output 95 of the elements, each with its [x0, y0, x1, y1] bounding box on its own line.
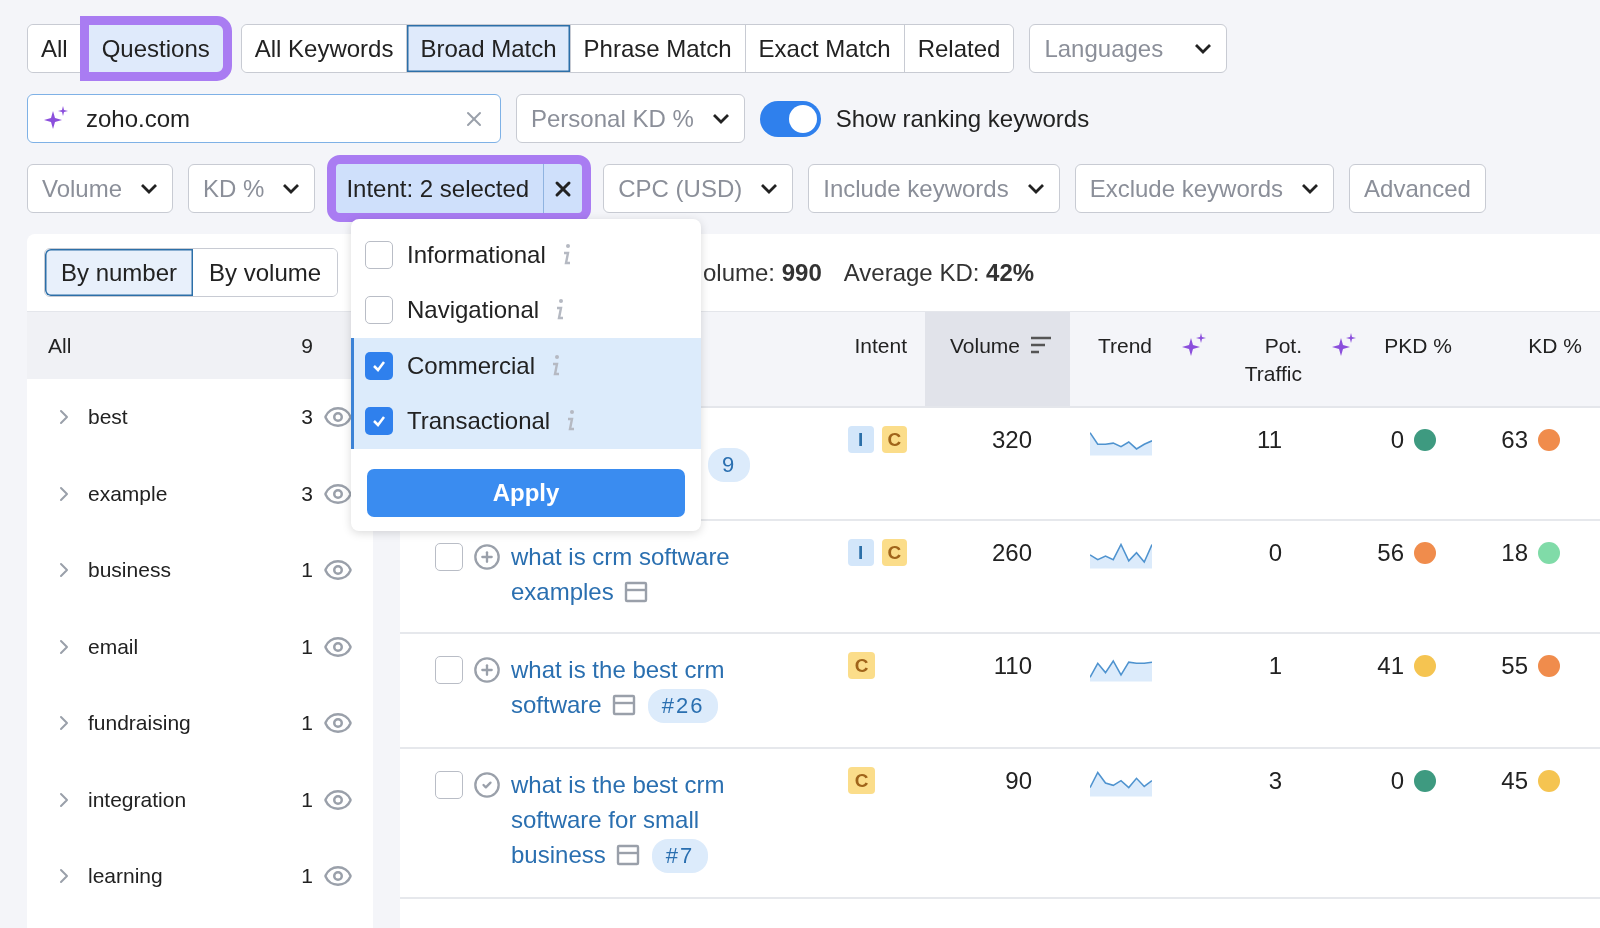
- volume-value: 320: [991, 426, 1032, 454]
- chevron-down-icon: [760, 183, 779, 194]
- group-label: fundraising: [88, 711, 192, 736]
- option-label: Informational: [407, 240, 546, 269]
- add-icon[interactable]: [473, 656, 501, 684]
- column-title: Trend: [1097, 333, 1152, 359]
- column-title: Intent: [854, 333, 907, 359]
- chevron-down-icon: [1026, 183, 1045, 194]
- domain-field[interactable]: zoho.com: [84, 103, 448, 134]
- serp-features-icon: [615, 844, 640, 866]
- column-header[interactable]: Trend: [1070, 312, 1170, 408]
- match-tab[interactable]: Broad Match: [406, 25, 570, 72]
- toggle-label: Show ranking keywords: [835, 104, 1090, 133]
- checkbox[interactable]: [365, 407, 393, 436]
- kd-value: 63: [1501, 426, 1528, 454]
- intent-tag: I: [848, 426, 874, 453]
- search-type-tab[interactable]: All: [28, 25, 81, 72]
- column-header[interactable]: PKD %: [1320, 312, 1470, 408]
- checkbox[interactable]: [365, 351, 393, 380]
- column-title: PKD %: [1384, 333, 1452, 359]
- keyword-link[interactable]: what is the best crm software for small business #7: [511, 767, 781, 873]
- checkbox[interactable]: [365, 240, 393, 269]
- ranking-toggle[interactable]: [759, 100, 821, 137]
- volume-value: 90: [1005, 767, 1032, 795]
- group-label: business: [88, 558, 172, 583]
- volume-value: 110: [993, 652, 1032, 680]
- intent-tag: C: [848, 652, 875, 679]
- kd-value: 45: [1501, 767, 1528, 795]
- intent-option[interactable]: Transactional: [351, 393, 701, 449]
- group-label: learning: [88, 864, 164, 889]
- intent-tag: I: [848, 539, 874, 566]
- summary-text: olume: 990: [703, 258, 822, 287]
- group-label: email: [88, 634, 140, 659]
- option-label: Commercial: [407, 351, 535, 380]
- group-count: 1: [301, 711, 313, 736]
- intent-tag: C: [848, 767, 875, 794]
- domain-search-field[interactable]: zoho.com: [27, 94, 501, 143]
- check-circle-icon[interactable]: [473, 771, 501, 799]
- intent-tag: C: [881, 539, 907, 566]
- rank-badge: #26: [647, 689, 719, 723]
- kd-value: 55: [1501, 652, 1528, 680]
- checkbox[interactable]: [365, 296, 393, 325]
- column-header[interactable]: KD %: [1470, 312, 1600, 408]
- intent-tag: C: [881, 426, 907, 453]
- add-icon[interactable]: [473, 543, 501, 571]
- group-count: 1: [301, 634, 313, 659]
- group-count: 3: [301, 481, 313, 506]
- group-label: integration: [88, 787, 188, 812]
- group-mode-tab[interactable]: By number: [45, 249, 194, 296]
- keyword-link[interactable]: what is crm software examples: [511, 539, 781, 609]
- group-label: best: [88, 405, 129, 430]
- column-title: KD %: [1528, 333, 1582, 359]
- pkd-value: 0: [1390, 426, 1404, 454]
- column-header[interactable]: Volume: [925, 312, 1070, 408]
- row-checkbox[interactable]: [435, 656, 463, 684]
- serp-features-icon: [623, 581, 648, 603]
- chevron-down-icon: [711, 113, 730, 124]
- group-count: 1: [301, 558, 313, 583]
- pkd-value: 0: [1390, 767, 1404, 795]
- chevron-down-icon: [1194, 43, 1213, 54]
- intent-option[interactable]: Navigational: [351, 282, 701, 338]
- option-label: Transactional: [407, 407, 551, 436]
- group-label: example: [88, 481, 169, 506]
- pkd-value: 41: [1377, 652, 1404, 680]
- row-checkbox[interactable]: [435, 771, 463, 799]
- chevron-down-icon: [140, 183, 159, 194]
- pkd-value: 56: [1377, 539, 1404, 567]
- sort-icon[interactable]: [1030, 336, 1052, 354]
- chevron-down-icon: [282, 183, 301, 194]
- group-label: All: [48, 333, 72, 358]
- column-header[interactable]: Intent: [840, 312, 925, 408]
- traffic-value: 3: [1268, 767, 1282, 795]
- option-label: Navigational: [407, 296, 540, 325]
- row-checkbox[interactable]: [435, 543, 463, 571]
- traffic-value: 11: [1257, 426, 1282, 454]
- traffic-value: 1: [1268, 652, 1282, 680]
- group-count: 3: [301, 405, 313, 430]
- match-tab[interactable]: Related: [903, 25, 1014, 72]
- group-count: 9: [301, 333, 313, 358]
- intent-option[interactable]: Commercial: [351, 338, 701, 394]
- summary-text: Average KD: 42%: [843, 258, 1035, 287]
- serp-features-icon: [611, 694, 636, 716]
- keyword-link[interactable]: what is the best crm software #26: [511, 652, 781, 723]
- traffic-value: 0: [1268, 539, 1282, 567]
- intent-option[interactable]: Informational: [351, 227, 701, 283]
- rank-badge: 9: [708, 448, 751, 482]
- group-count: 1: [301, 864, 313, 889]
- group-count: 1: [301, 787, 313, 812]
- column-title: Pot. Traffic: [1243, 333, 1302, 387]
- column-header[interactable]: Pot. Traffic: [1170, 312, 1320, 408]
- chevron-down-icon: [1301, 183, 1320, 194]
- volume-value: 260: [991, 539, 1032, 567]
- rank-badge: #7: [651, 839, 709, 873]
- column-title: Volume: [949, 333, 1020, 359]
- kd-value: 18: [1501, 539, 1528, 567]
